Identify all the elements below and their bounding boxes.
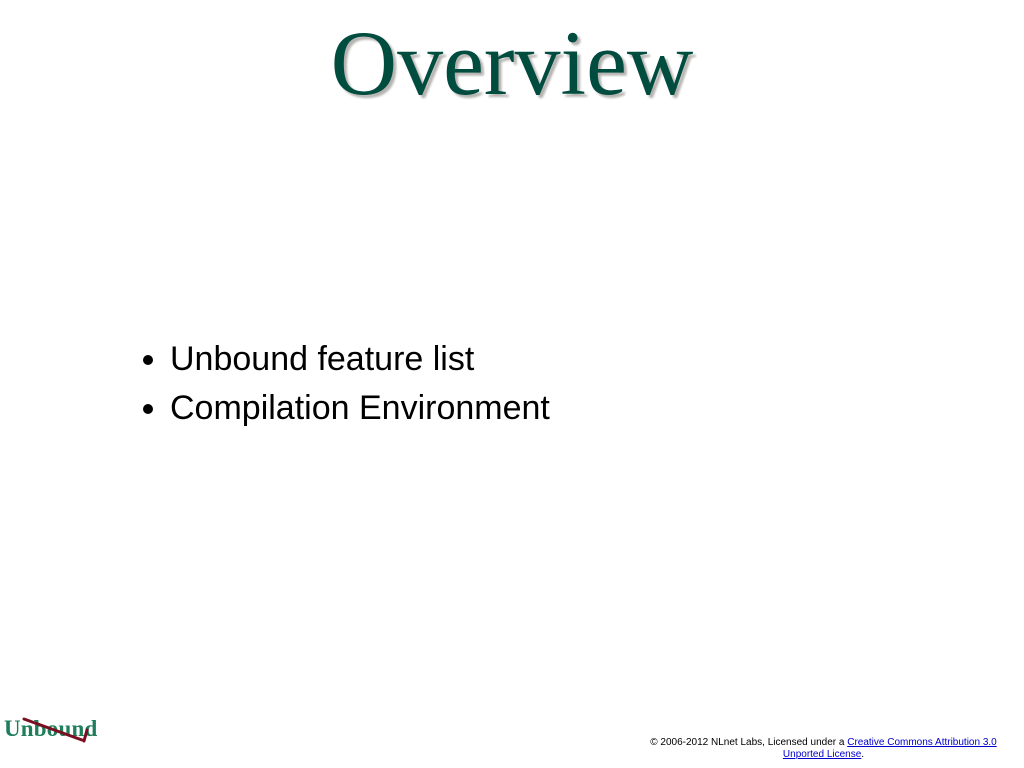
list-item: Compilation Environment: [170, 384, 964, 433]
slide: Overview Unbound feature list Compilatio…: [0, 0, 1024, 768]
unbound-logo: Unbound: [4, 716, 97, 742]
copyright-period: .: [861, 749, 864, 760]
bullet-list: Unbound feature list Compilation Environ…: [140, 335, 964, 434]
logo-strike-icon: [22, 716, 97, 752]
list-item: Unbound feature list: [170, 335, 964, 384]
list-item-text: Unbound feature list: [170, 340, 474, 378]
copyright-footer: © 2006-2012 NLnet Labs, Licensed under a…: [631, 737, 1016, 761]
title-text: Overview: [331, 12, 694, 114]
copyright-text: © 2006-2012 NLnet Labs, Licensed under a: [650, 737, 847, 748]
slide-content: Unbound feature list Compilation Environ…: [140, 335, 964, 434]
list-item-text: Compilation Environment: [170, 389, 550, 427]
slide-title: Overview: [0, 10, 1024, 116]
